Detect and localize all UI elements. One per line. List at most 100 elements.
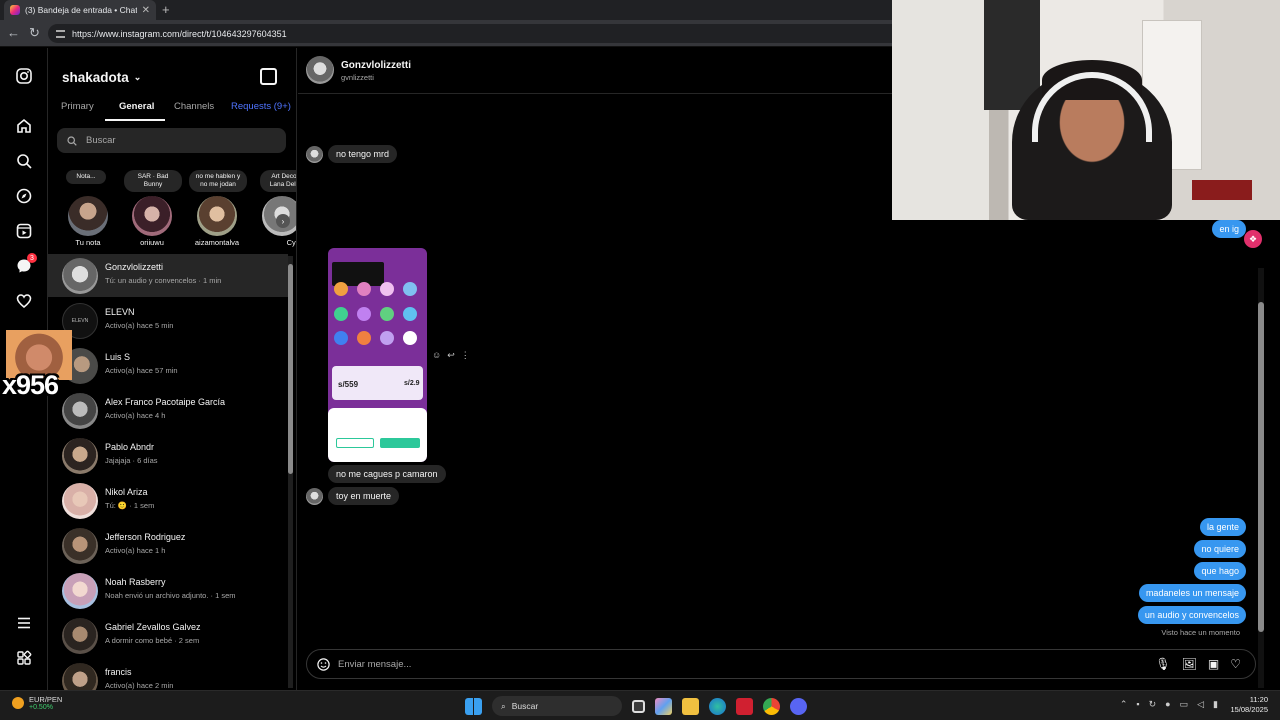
clock-time: 11:20 [1249,695,1268,704]
avatar [195,194,239,238]
chevron-up-icon[interactable]: ⌃ [1120,699,1128,710]
edge-browser-icon[interactable] [709,697,726,715]
more-menu-icon[interactable] [14,613,34,633]
outgoing-message[interactable]: madaneles un mensaje [1138,584,1246,602]
like-heart-icon[interactable]: ♡ [1230,657,1241,671]
thread-item[interactable]: Luis S Activo(a) hace 57 min [48,344,288,387]
note-own[interactable]: Nota... Tu nota [58,166,118,250]
active-tab-indicator [105,119,165,121]
outgoing-message[interactable]: en ig [1212,220,1246,238]
thread-item[interactable]: Gabriel Zevallos Galvez A dormir como be… [48,614,288,657]
thread-item[interactable]: Pablo Abndr Jajajaja · 6 días [48,434,288,477]
tab-primary[interactable]: Primary [61,101,94,112]
back-icon[interactable]: ← [7,25,20,40]
incoming-message[interactable]: toy en muerte [328,487,400,505]
avatar[interactable] [306,56,334,84]
inbox-scrollbar-thumb[interactable] [288,264,293,474]
avatar [62,572,98,609]
new-tab-icon[interactable]: + [162,2,170,17]
promo-price: s/559 [338,380,359,389]
thread-item[interactable]: Noah Rasberry Noah envió un archivo adju… [48,569,288,612]
browser-tab[interactable]: (3) Bandeja de entrada • Chats ✕ [4,0,156,20]
thread-item[interactable]: Gonzvlolizzetti Tú: un audio y convencel… [48,254,288,297]
taskbar-apps: ⌕ Buscar [465,696,807,716]
more-options-icon[interactable]: ⋮ [461,350,470,361]
outgoing-message[interactable]: un audio y convencelos [1137,606,1246,624]
outgoing-message[interactable]: la gente [1199,518,1246,536]
inbox-tabs: Primary General Channels Requests (9+) [48,94,296,122]
windows-start-icon[interactable] [465,697,482,715]
incoming-message[interactable]: no me cagues p camaron [328,465,446,483]
search-icon [67,135,77,146]
notes-next-arrow-icon[interactable]: › [276,214,290,228]
thread-item[interactable]: Jefferson Rodriguez Activo(a) hace 1 h [48,524,288,567]
react-emoji-icon[interactable]: ☺ [432,350,441,361]
note-item[interactable]: no me hablen y no me jodan aizamontalva [187,166,247,250]
search-icon[interactable] [14,151,34,171]
search-icon: ⌕ [501,700,506,711]
note-bubble: SAR · Bad Bunny [124,170,182,192]
emoji-icon[interactable] [317,657,330,671]
image-upload-icon[interactable]: 🖼 [1182,657,1197,671]
avatar [62,662,98,690]
site-info-icon[interactable] [56,29,65,38]
wps-office-icon[interactable] [736,697,753,715]
chat-scrollbar-thumb[interactable] [1258,302,1264,632]
finance-widget[interactable]: EUR/PEN +0.50% [12,695,62,711]
note-bubble: Art Deco · Lana Del R [260,170,296,192]
system-tray: ⌃ ▪ ↻ ● ▭ ◁ ▮ [1120,699,1218,710]
url-field[interactable]: https://www.instagram.com/direct/t/10464… [48,24,908,43]
tray-battery-icon[interactable]: ▮ [1213,699,1218,710]
sticker-icon[interactable]: ▣ [1208,657,1219,671]
reels-icon[interactable] [14,221,34,241]
overlay-label: x956 [2,370,59,400]
tab-requests[interactable]: Requests (9+) [231,101,291,112]
discord-icon[interactable] [790,697,807,715]
tray-app-icon[interactable]: ▪ [1136,699,1139,710]
instagram-floating-badge-icon[interactable]: ❖ [1244,230,1262,248]
app-grid [334,282,422,352]
notifications-heart-icon[interactable] [14,291,34,311]
thread-item[interactable]: ELEVN ELEVN Activo(a) hace 5 min [48,299,288,342]
close-tab-icon[interactable]: ✕ [142,5,150,16]
tab-general[interactable]: General [119,101,154,112]
reload-icon[interactable]: ↻ [29,25,40,41]
compose-icon[interactable] [260,68,277,85]
thread-item[interactable]: Alex Franco Pacotaipe García Activo(a) h… [48,389,288,432]
clock-date: 15/08/2025 [1230,705,1268,714]
copilot-icon[interactable] [655,697,672,715]
inbox-search-input[interactable]: Buscar [57,128,286,153]
tray-mic-icon[interactable]: ● [1165,699,1170,710]
note-item[interactable]: SAR · Bad Bunny oriiuwu [122,166,182,250]
image-message[interactable]: s/559 s/2.9 [328,248,427,462]
tab-channels[interactable]: Channels [174,101,214,112]
microphone-icon[interactable]: 🎙 [1155,657,1170,671]
clock[interactable]: 11:20 15/08/2025 [1230,695,1268,715]
thread-item[interactable]: Nikol Ariza Tú: 🙂 · 1 sem [48,479,288,522]
chat-contact-name[interactable]: Gonzvlolizzetti [341,60,411,71]
streamer-overlay: x956 [2,330,72,408]
tray-volume-icon[interactable]: ◁ [1197,699,1204,710]
messages-icon[interactable]: 3 [14,253,37,276]
tray-sync-icon[interactable]: ↻ [1149,699,1157,710]
outgoing-message[interactable]: que hago [1194,562,1246,580]
instagram-logo-icon[interactable] [14,66,34,86]
home-icon[interactable] [14,116,34,136]
taskbar-search[interactable]: ⌕ Buscar [492,696,622,716]
explore-icon[interactable] [14,186,34,206]
account-switcher[interactable]: shakadota ⌄ [62,70,141,85]
also-from-meta-icon[interactable] [14,648,34,668]
avatar [306,488,323,505]
thread-item[interactable]: francis Activo(a) hace 2 min [48,659,288,690]
reply-icon[interactable]: ↩ [447,350,455,361]
chrome-icon[interactable] [763,697,780,715]
thread-preview: Tú: 🙂 · 1 sem [105,501,155,510]
outgoing-message[interactable]: no quiere [1194,540,1246,558]
file-explorer-icon[interactable] [682,697,699,715]
note-item[interactable]: Art Deco · Lana Del R Cyl [252,166,296,250]
thread-preview: Activo(a) hace 2 min [105,681,174,690]
task-view-icon[interactable] [632,699,645,713]
tray-network-icon[interactable]: ▭ [1180,699,1189,710]
incoming-message[interactable]: no tengo mrd [328,145,398,163]
message-composer[interactable]: Enviar mensaje... 🎙 🖼 ▣ ♡ [306,649,1256,679]
